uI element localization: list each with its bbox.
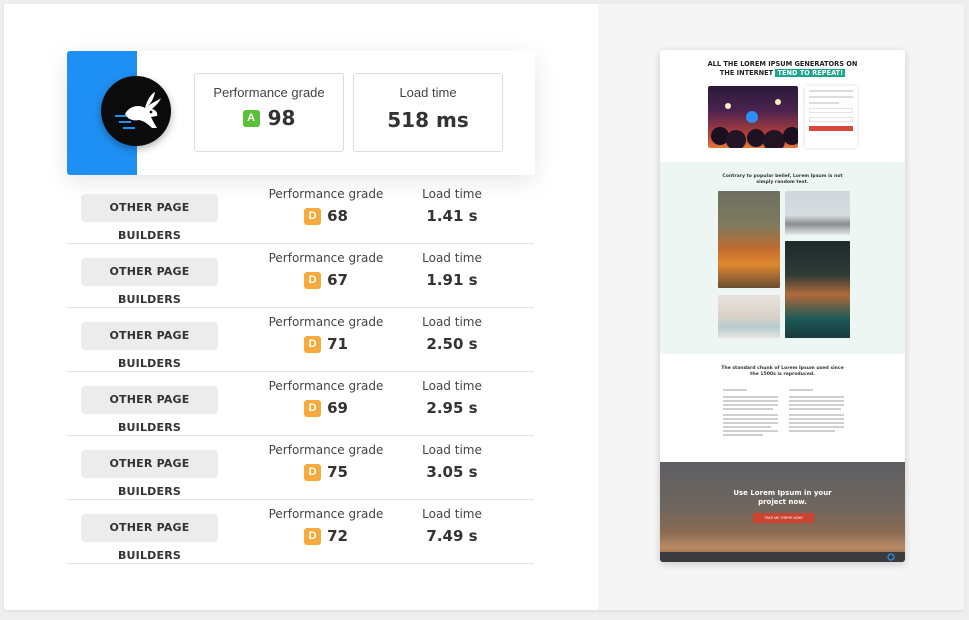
- grade-badge-d: D: [304, 463, 322, 481]
- row-grade-score: 72: [327, 527, 348, 545]
- row-time-column: Load time 3.05 s: [412, 443, 492, 481]
- performance-value: A 98: [195, 106, 343, 130]
- row-time-value: 3.05 s: [426, 463, 478, 481]
- load-time-value: 518 ms: [387, 108, 469, 132]
- grade-badge-d: D: [304, 399, 322, 417]
- preview-cta-line1: Use Lorem Ipsum in your: [733, 489, 832, 497]
- row-grade-label: Performance grade: [268, 187, 384, 201]
- preview-panel: ALL THE LOREM IPSUM GENERATORS ON THE IN…: [598, 4, 964, 610]
- preview-headline: ALL THE LOREM IPSUM GENERATORS ON THE IN…: [660, 60, 905, 78]
- grade-badge-d: D: [304, 207, 322, 225]
- row-grade-value: D 72: [266, 527, 386, 545]
- preview-cta-text: Use Lorem Ipsum in your project now.: [660, 489, 905, 507]
- row-grade-label: Performance grade: [268, 315, 384, 329]
- hero-performance-box: Performance grade A 98: [194, 73, 344, 152]
- row-time-value: 2.95 s: [426, 399, 478, 417]
- grade-badge-a: A: [242, 109, 260, 127]
- row-grade-label: Performance grade: [268, 379, 384, 393]
- row-grade-column: Performance grade D 72: [266, 507, 386, 545]
- preview-gallery-heading: Contrary to popular belief, Lorem Ipsum …: [660, 174, 905, 186]
- row-grade-column: Performance grade D 71: [266, 315, 386, 353]
- comparison-panel: Performance grade A 98 Load time 518 ms …: [4, 4, 964, 610]
- page-builder-tag: OTHER PAGE BUILDERS: [81, 258, 218, 306]
- preview-text-section: The standard chunk of Lorem Ipsum used s…: [660, 354, 905, 462]
- row-time-column: Load time 2.50 s: [412, 315, 492, 353]
- preview-cta-button[interactable]: TAKE ME THERE NOW!: [753, 513, 814, 523]
- page-builder-tag: OTHER PAGE BUILDERS: [81, 450, 218, 498]
- row-time-value: 7.49 s: [426, 527, 478, 545]
- comparison-row: OTHER PAGE BUILDERS Performance grade D 75 L…: [68, 436, 534, 500]
- preview-gallery-line2: simply random text.: [756, 180, 809, 185]
- rabbit-logo-icon: [101, 76, 171, 146]
- row-time-value: 1.41 s: [426, 207, 478, 225]
- row-time-column: Load time 7.49 s: [412, 507, 492, 545]
- row-time-column: Load time 1.41 s: [412, 187, 492, 225]
- grade-badge-d: D: [304, 335, 322, 353]
- page-builder-tag: OTHER PAGE BUILDERS: [81, 386, 218, 434]
- comparison-row: OTHER PAGE BUILDERS Performance grade D 69 L…: [68, 372, 534, 436]
- preview-photo-flowers: [718, 191, 780, 288]
- row-grade-score: 75: [327, 463, 348, 481]
- preview-headline-line2: THE INTERNET: [719, 69, 774, 77]
- preview-photo-food: [718, 295, 780, 338]
- row-grade-label: Performance grade: [268, 251, 384, 265]
- preview-cta-section: Use Lorem Ipsum in your project now. TAK…: [660, 462, 905, 562]
- row-grade-value: D 67: [266, 271, 386, 289]
- row-grade-column: Performance grade D 67: [266, 251, 386, 289]
- row-grade-column: Performance grade D 69: [266, 379, 386, 417]
- row-grade-label: Performance grade: [268, 443, 384, 457]
- row-time-label: Load time: [422, 315, 482, 329]
- comparison-row: OTHER PAGE BUILDERS Performance grade D 71 L…: [68, 308, 534, 372]
- grade-badge-d: D: [304, 271, 322, 289]
- row-grade-score: 68: [327, 207, 348, 225]
- grade-badge-d: D: [304, 527, 322, 545]
- row-grade-value: D 69: [266, 399, 386, 417]
- row-grade-label: Performance grade: [268, 507, 384, 521]
- preview-gallery-section: Contrary to popular belief, Lorem Ipsum …: [660, 162, 905, 354]
- play-icon: [746, 111, 758, 123]
- row-time-column: Load time 1.91 s: [412, 251, 492, 289]
- preview-text-line2: the 1500s is reproduced.: [750, 372, 815, 377]
- preview-video-thumbnail: [708, 86, 798, 148]
- preview-gallery-line1: Contrary to popular belief, Lorem Ipsum …: [722, 174, 843, 179]
- preview-text-heading: The standard chunk of Lorem Ipsum used s…: [660, 366, 905, 378]
- load-time-label: Load time: [399, 85, 457, 100]
- row-time-column: Load time 2.95 s: [412, 379, 492, 417]
- performance-score: 98: [267, 106, 296, 130]
- row-grade-value: D 68: [266, 207, 386, 225]
- row-time-label: Load time: [422, 187, 482, 201]
- row-grade-score: 69: [327, 399, 348, 417]
- row-time-label: Load time: [422, 379, 482, 393]
- website-preview: ALL THE LOREM IPSUM GENERATORS ON THE IN…: [660, 50, 905, 562]
- comparison-row: OTHER PAGE BUILDERS Performance grade D 68 L…: [68, 180, 534, 244]
- row-time-label: Load time: [422, 443, 482, 457]
- row-grade-column: Performance grade D 68: [266, 187, 386, 225]
- preview-signup-form: [805, 86, 857, 148]
- preview-photo-snow: [785, 191, 850, 235]
- hero-card: Performance grade A 98 Load time 518 ms: [67, 51, 535, 175]
- page-builder-tag: OTHER PAGE BUILDERS: [81, 322, 218, 370]
- row-time-label: Load time: [422, 507, 482, 521]
- row-grade-score: 67: [327, 271, 348, 289]
- row-time-value: 2.50 s: [426, 335, 478, 353]
- row-grade-score: 71: [327, 335, 348, 353]
- comparison-row: OTHER PAGE BUILDERS Performance grade D 67 L…: [68, 244, 534, 308]
- preview-headline-line1: ALL THE LOREM IPSUM GENERATORS ON: [707, 60, 858, 68]
- page-builder-tag: OTHER PAGE BUILDERS: [81, 194, 218, 242]
- preview-text-line1: The standard chunk of Lorem Ipsum used s…: [721, 366, 844, 371]
- row-time-label: Load time: [422, 251, 482, 265]
- preview-photo-dog: [785, 241, 850, 338]
- page-builder-tag: OTHER PAGE BUILDERS: [81, 514, 218, 562]
- preview-hero-section: ALL THE LOREM IPSUM GENERATORS ON THE IN…: [660, 50, 905, 162]
- preview-cta-line2: project now.: [758, 498, 807, 506]
- row-grade-value: D 71: [266, 335, 386, 353]
- preview-footer-bar: [660, 552, 905, 562]
- hero-load-box: Load time 518 ms: [353, 73, 503, 152]
- row-grade-column: Performance grade D 75: [266, 443, 386, 481]
- preview-headline-highlight: TEND TO REPEAT!: [775, 69, 846, 77]
- comparison-row: OTHER PAGE BUILDERS Performance grade D 72 L…: [68, 500, 534, 564]
- performance-label: Performance grade: [213, 85, 325, 100]
- row-time-value: 1.91 s: [426, 271, 478, 289]
- row-grade-value: D 75: [266, 463, 386, 481]
